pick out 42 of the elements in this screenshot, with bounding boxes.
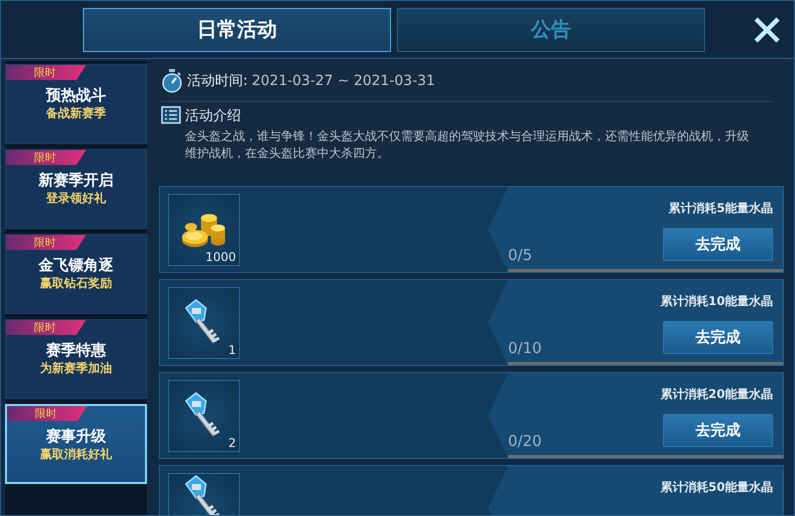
stopwatch-icon <box>161 69 183 93</box>
task-goal: 累计消耗50能量水晶 <box>660 479 773 495</box>
reward-count: 1000 <box>205 250 236 264</box>
item-subtitle: 为新赛季加油 <box>40 360 112 376</box>
go-complete-button[interactable]: 去完成 <box>663 228 773 261</box>
item-title: 预热战斗 <box>46 86 106 105</box>
go-complete-button[interactable]: 去完成 <box>663 414 773 447</box>
item-subtitle: 备战新赛季 <box>46 105 106 121</box>
item-title: 赛事升级 <box>46 427 106 446</box>
limited-badge: 限时 <box>6 65 86 80</box>
reward-count: 2 <box>228 436 236 450</box>
sidebar-item[interactable]: 限时 赛季特惠 为新赛季加油 <box>5 319 147 399</box>
tab[interactable]: 日常活动 <box>83 8 391 52</box>
task-goal: 累计消耗20能量水晶 <box>660 386 773 402</box>
progress-count: 0/20 <box>508 432 542 450</box>
limited-badge: 限时 <box>6 235 86 250</box>
close-icon <box>752 14 782 44</box>
item-title: 金飞镖角逐 <box>38 256 114 275</box>
item-subtitle: 赢取钻石奖励 <box>40 275 112 291</box>
task-goal: 累计消耗5能量水晶 <box>668 200 773 216</box>
sidebar-item[interactable]: 限时 新赛季开启 登录领好礼 <box>5 149 147 229</box>
limited-badge: 限时 <box>6 150 86 165</box>
time-label: 活动时间: <box>187 72 248 90</box>
sidebar-item[interactable]: 限时 赛事升级 赢取消耗好礼 <box>5 404 147 484</box>
progress-count: 0/10 <box>508 339 542 357</box>
task-goal: 累计消耗10能量水晶 <box>660 293 773 309</box>
item-subtitle: 登录领好礼 <box>46 190 106 206</box>
item-title: 新赛季开启 <box>38 171 114 190</box>
reward-count: 1 <box>228 343 236 357</box>
list-icon <box>161 106 181 126</box>
intro-text: 金头盔之战，谁与争锋！金头盔大战不仅需要高超的驾驶技术与合理运用战术，还需性能优异的战机，升级维护战机，在金头盔比赛中大杀四方。 <box>185 128 750 162</box>
progress-count: 0/5 <box>508 246 532 264</box>
item-subtitle: 赢取消耗好礼 <box>40 446 112 462</box>
limited-badge: 限时 <box>6 320 86 335</box>
limited-badge: 限时 <box>7 406 87 421</box>
item-title: 赛季特惠 <box>46 341 106 360</box>
close-button[interactable] <box>752 14 782 44</box>
go-complete-button[interactable]: 去完成 <box>663 321 773 354</box>
sidebar-item[interactable]: 限时 金飞镖角逐 赢取钻石奖励 <box>5 234 147 314</box>
intro-title: 活动介绍 <box>185 107 241 125</box>
time-range: 2021-03-27 ~ 2021-03-31 <box>252 73 436 89</box>
sidebar-item[interactable]: 限时 预热战斗 备战新赛季 <box>5 64 147 144</box>
